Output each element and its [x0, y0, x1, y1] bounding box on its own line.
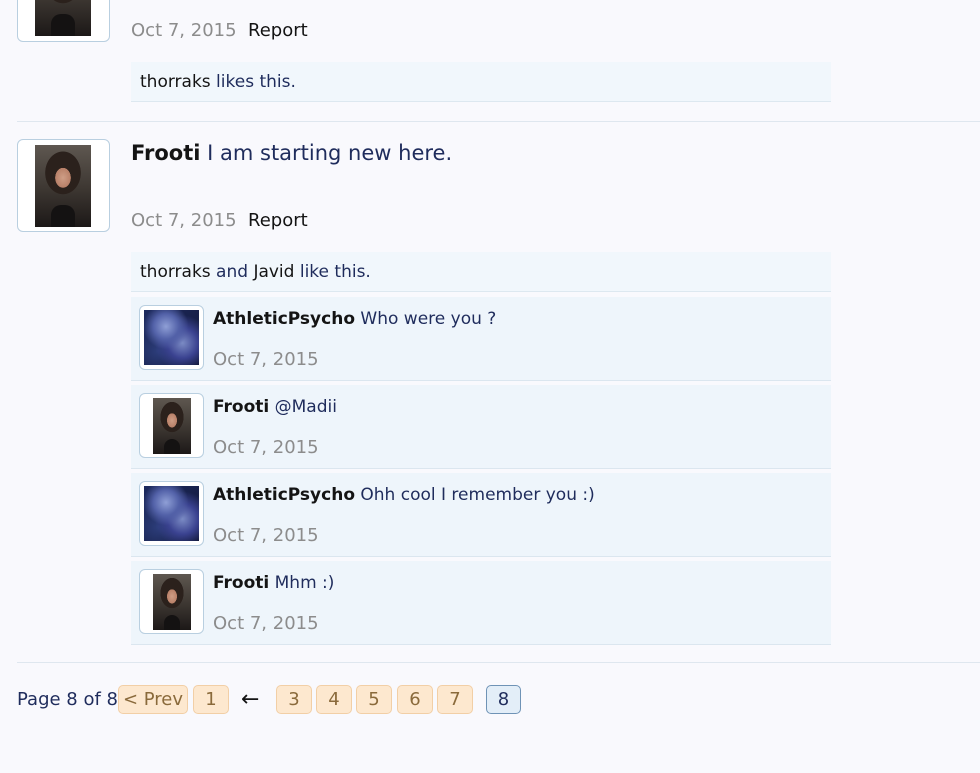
likes-joiner: and [210, 262, 254, 282]
frooti-avatar-image [35, 145, 91, 227]
comment-item: AthleticPsycho Ohh cool I remember you :… [131, 473, 831, 557]
page-link-3[interactable]: 3 [276, 685, 312, 714]
top-post-report-link[interactable]: Report [248, 20, 308, 41]
comment-author-link[interactable]: Frooti [213, 397, 269, 417]
comment-date[interactable]: Oct 7, 2015 [213, 525, 319, 546]
comment-item: Frooti @Madii Oct 7, 2015 [131, 385, 831, 469]
top-post-likes-bar: thorraks likes this. [131, 62, 831, 102]
comment-body: AthleticPsycho Ohh cool I remember you :… [213, 485, 595, 505]
like-user-link[interactable]: thorraks [140, 262, 211, 282]
comment-text: Mhm :) [269, 573, 335, 593]
comment-date[interactable]: Oct 7, 2015 [213, 613, 319, 634]
top-post-date[interactable]: Oct 7, 2015 [131, 20, 237, 41]
main-post-message: Frooti I am starting new here. [131, 141, 452, 165]
comment-body: AthleticPsycho Who were you ? [213, 309, 496, 329]
pagination-divider [17, 662, 980, 663]
main-post-author-link[interactable]: Frooti [131, 141, 200, 165]
comment-text: Ohh cool I remember you :) [355, 485, 595, 505]
comment-item: AthleticPsycho Who were you ? Oct 7, 201… [131, 297, 831, 381]
frooti-avatar-image [153, 398, 191, 454]
main-post-avatar[interactable] [17, 139, 110, 232]
comment-avatar[interactable] [139, 393, 204, 458]
main-post-likes-bar: thorraks and Javid like this. [131, 252, 831, 292]
like-user-link[interactable]: thorraks [140, 72, 211, 92]
athletic-avatar-image [144, 310, 199, 365]
comment-avatar[interactable] [139, 569, 204, 634]
page-count-label: Page 8 of 8 [17, 689, 118, 710]
comment-author-link[interactable]: AthleticPsycho [213, 309, 355, 329]
comment-body: Frooti @Madii [213, 397, 337, 417]
frooti-avatar-image [153, 574, 191, 630]
skip-arrow-icon: ← [241, 687, 260, 712]
main-post-report-link[interactable]: Report [248, 210, 308, 231]
comment-date[interactable]: Oct 7, 2015 [213, 349, 319, 370]
page-link-6[interactable]: 6 [397, 685, 433, 714]
likes-suffix: like this. [294, 262, 371, 282]
prev-page-button[interactable]: < Prev [118, 685, 188, 714]
comment-text: @Madii [269, 397, 337, 417]
comment-item: Frooti Mhm :) Oct 7, 2015 [131, 561, 831, 645]
comment-text: Who were you ? [355, 309, 497, 329]
post-divider [17, 121, 980, 122]
page-link-4[interactable]: 4 [316, 685, 352, 714]
frooti-avatar-image [35, 0, 91, 36]
comment-author-link[interactable]: Frooti [213, 573, 269, 593]
comment-author-link[interactable]: AthleticPsycho [213, 485, 355, 505]
page-link-5[interactable]: 5 [356, 685, 392, 714]
page-link-8-current[interactable]: 8 [486, 685, 521, 714]
athletic-avatar-image [144, 486, 199, 541]
comment-date[interactable]: Oct 7, 2015 [213, 437, 319, 458]
comment-avatar[interactable] [139, 305, 204, 370]
top-post-avatar[interactable] [17, 0, 110, 42]
main-post-date[interactable]: Oct 7, 2015 [131, 210, 237, 231]
comment-avatar[interactable] [139, 481, 204, 546]
likes-suffix: likes this. [210, 72, 296, 92]
main-post-text: I am starting new here. [200, 141, 453, 165]
like-user-link[interactable]: Javid [253, 262, 294, 282]
comment-body: Frooti Mhm :) [213, 573, 334, 593]
page-link-7[interactable]: 7 [437, 685, 473, 714]
page-link-1[interactable]: 1 [193, 685, 229, 714]
